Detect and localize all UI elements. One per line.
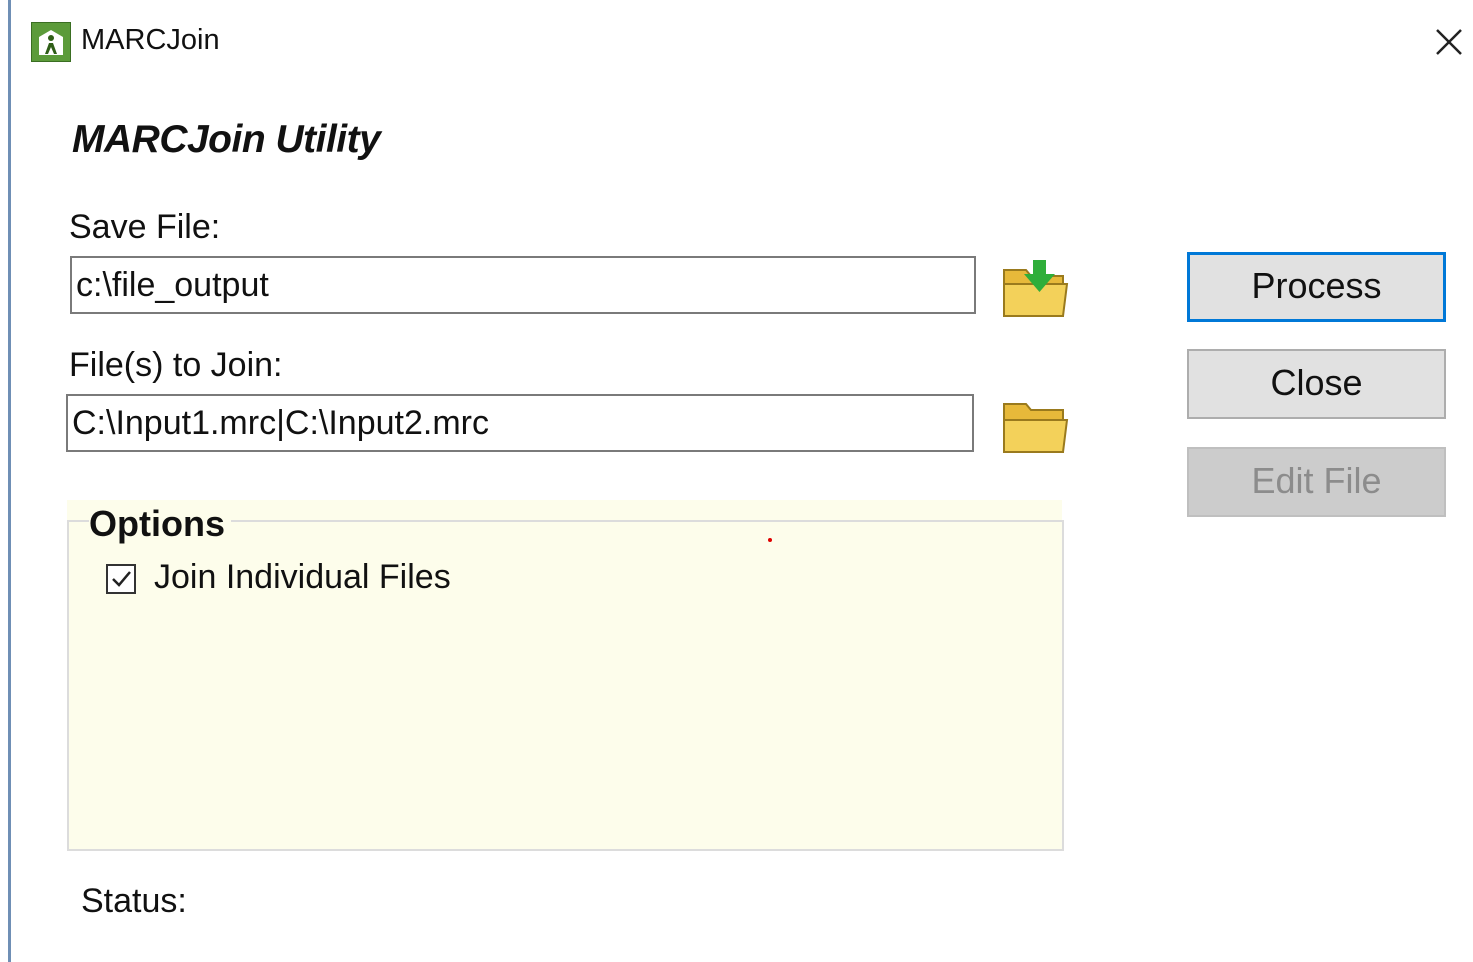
window-title: MARCJoin [81,24,220,56]
files-to-join-label: File(s) to Join: [69,346,283,384]
stray-dot [768,538,772,542]
folder-open-icon [1003,403,1069,453]
join-individual-files-label[interactable]: Join Individual Files [154,558,451,597]
window-edge [8,0,11,962]
close-button[interactable]: Close [1187,349,1446,419]
page-heading: MARCJoin Utility [72,118,381,161]
save-file-input[interactable]: c:\file_output [70,256,976,314]
join-individual-files-checkbox[interactable] [106,564,136,594]
open-folder-browse-button[interactable] [999,392,1073,458]
files-to-join-input[interactable]: C:\Input1.mrc|C:\Input2.mrc [66,394,974,452]
folder-save-icon [1003,260,1069,317]
checkmark-icon [112,571,131,587]
app-icon [31,22,71,62]
status-label: Status: [81,882,187,920]
title-bar[interactable]: MARCJoin [11,0,1473,85]
options-legend: Options [89,503,231,545]
options-groupbox: Options Join Individual Files [67,500,1064,851]
process-button[interactable]: Process [1187,252,1446,322]
save-file-label: Save File: [69,208,221,246]
edit-file-button[interactable]: Edit File [1187,447,1446,517]
marcjoin-window: MARCJoin MARCJoin Utility Save File: c:\… [0,0,1473,962]
close-window-icon[interactable] [1429,20,1469,64]
save-folder-browse-button[interactable] [999,256,1073,322]
